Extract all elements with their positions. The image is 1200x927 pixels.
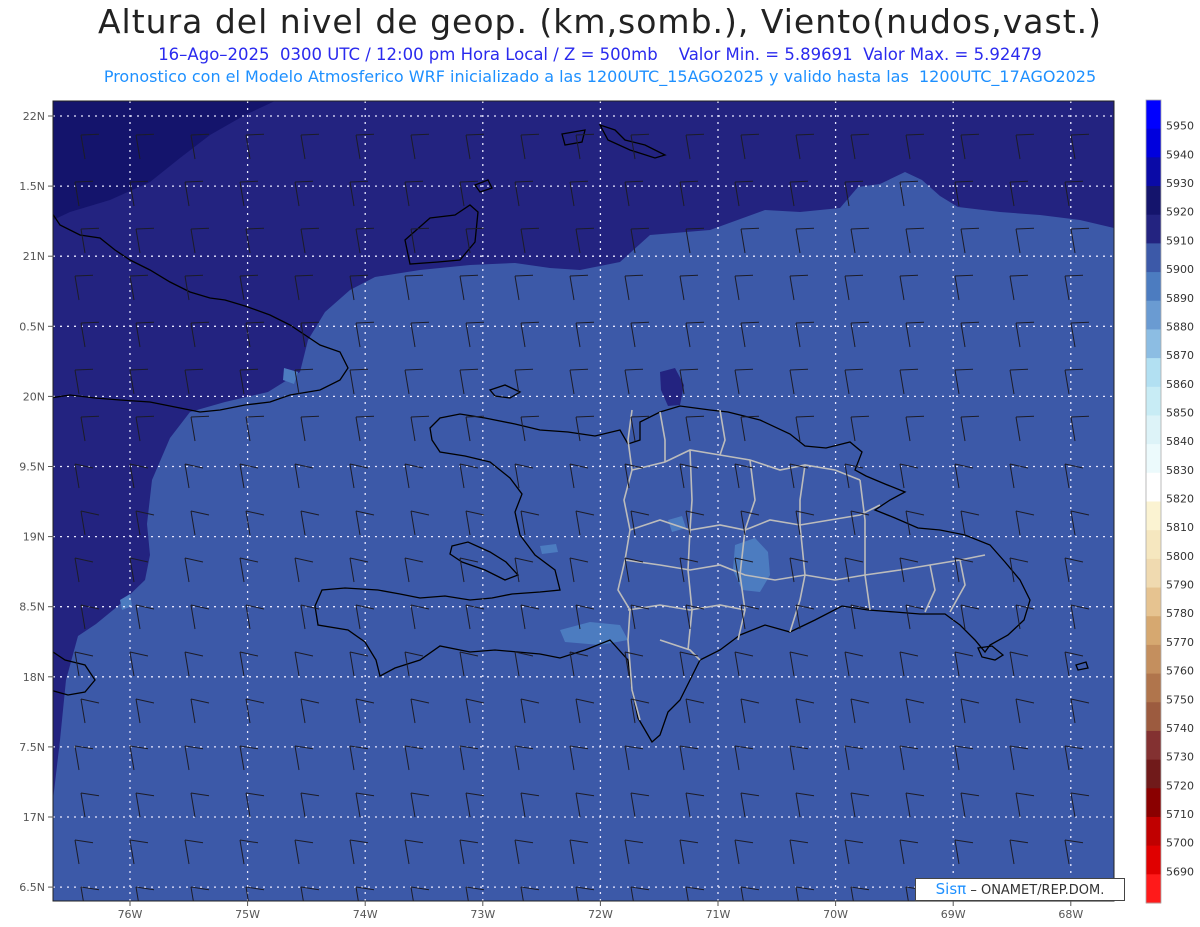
colorbar-swatch [1146,530,1161,560]
weather-map: 76W 75W 74W 73W 72W 71W 70W 69W 68W 22N 1.5N 21N 0.… [19,99,1194,921]
colorbar-swatch [1146,788,1161,818]
colorbar-label: 5800 [1166,550,1194,563]
lat-label: 17N [23,811,45,824]
colorbar-swatch [1146,100,1161,130]
colorbar-swatch [1146,358,1161,388]
colorbar-swatch [1146,214,1161,244]
lon-label: 76W [118,908,143,921]
colorbar-label: 5710 [1166,808,1194,821]
colorbar-label: 5840 [1166,435,1194,448]
colorbar-label: 5690 [1166,865,1194,878]
colorbar-label: 5750 [1166,693,1194,706]
lat-label: 20N [23,390,45,403]
colorbar-swatch [1146,759,1161,789]
colorbar-swatch [1146,587,1161,617]
colorbar-swatch [1146,415,1161,445]
lon-label: 68W [1058,908,1083,921]
colorbar-label: 5930 [1166,177,1194,190]
colorbar-swatch [1146,272,1161,302]
lon-label: 69W [941,908,966,921]
lon-label: 73W [470,908,495,921]
lat-label: 8.5N [19,601,45,614]
lat-label: 1.5N [19,180,45,193]
latitude-axis: 22N 1.5N 21N 0.5N 20N 9.5N 19N 8.5N 18N 7.5N 17N 6.… [19,110,53,894]
colorbar-label: 5920 [1166,206,1194,219]
colorbar-label: 5820 [1166,493,1194,506]
colorbar-swatch [1146,501,1161,531]
colorbar-swatch [1146,673,1161,703]
colorbar-label: 5880 [1166,320,1194,333]
credit-text: – ONAMET/REP.DOM. [970,883,1105,898]
color-scale-bar: 5950 5940 5930 5920 5910 5900 5890 5880 5870 5860… [1145,99,1194,904]
colorbar-label: 5910 [1166,234,1194,247]
colorbar-swatch [1146,816,1161,847]
lat-label: 18N [23,671,45,684]
lat-label: 0.5N [19,320,45,333]
lon-label: 74W [353,908,378,921]
colorbar-label: 5780 [1166,607,1194,620]
lon-label: 75W [235,908,260,921]
colorbar-swatch [1146,300,1161,330]
sispi-logo: Sisπ [935,880,967,898]
colorbar-label: 5860 [1166,378,1194,391]
lat-label: 6.5N [19,881,45,894]
geopotential-field [53,101,1114,901]
lon-label: 72W [588,908,613,921]
colorbar-label: 5940 [1166,148,1194,161]
colorbar-label: 5720 [1166,779,1194,792]
colorbar-swatch [1146,730,1161,761]
colorbar-label: 5900 [1166,263,1194,276]
lon-label: 70W [823,908,848,921]
colorbar-swatch [1146,472,1161,502]
colorbar-label: 5740 [1166,722,1194,735]
colorbar-label: 5810 [1166,521,1194,534]
colorbar-swatch [1146,845,1161,875]
colorbar-swatch [1146,186,1161,216]
colorbar-swatch [1146,444,1161,474]
colorbar-swatch [1146,616,1161,646]
colorbar-label: 5870 [1166,349,1194,362]
colorbar-swatch [1146,329,1161,359]
colorbar-label: 5730 [1166,751,1194,764]
colorbar-swatch [1146,243,1161,273]
colorbar-swatch [1146,644,1161,675]
colorbar-label: 5790 [1166,579,1194,592]
colorbar-swatch [1146,702,1161,732]
lat-label: 22N [23,110,45,123]
colorbar-label: 5700 [1166,837,1194,850]
colorbar-swatch [1146,128,1161,158]
lat-label: 19N [23,531,45,544]
colorbar-label: 5830 [1166,464,1194,477]
colorbar-swatch [1146,386,1161,416]
lat-label: 21N [23,250,45,263]
lon-label: 71W [706,908,731,921]
colorbar-label: 5760 [1166,665,1194,678]
colorbar-label: 5850 [1166,406,1194,419]
colorbar-label: 5770 [1166,636,1194,649]
lat-label: 7.5N [19,741,45,754]
colorbar-label: 5890 [1166,292,1194,305]
colorbar-swatch [1146,558,1161,589]
colorbar-swatch [1146,157,1161,187]
colorbar-label: 5950 [1166,120,1194,133]
colorbar-swatch [1146,874,1161,904]
credit-box: Sisπ – ONAMET/REP.DOM. [915,878,1125,901]
longitude-axis: 76W 75W 74W 73W 72W 71W 70W 69W 68W [118,901,1083,921]
lat-label: 9.5N [19,461,45,474]
